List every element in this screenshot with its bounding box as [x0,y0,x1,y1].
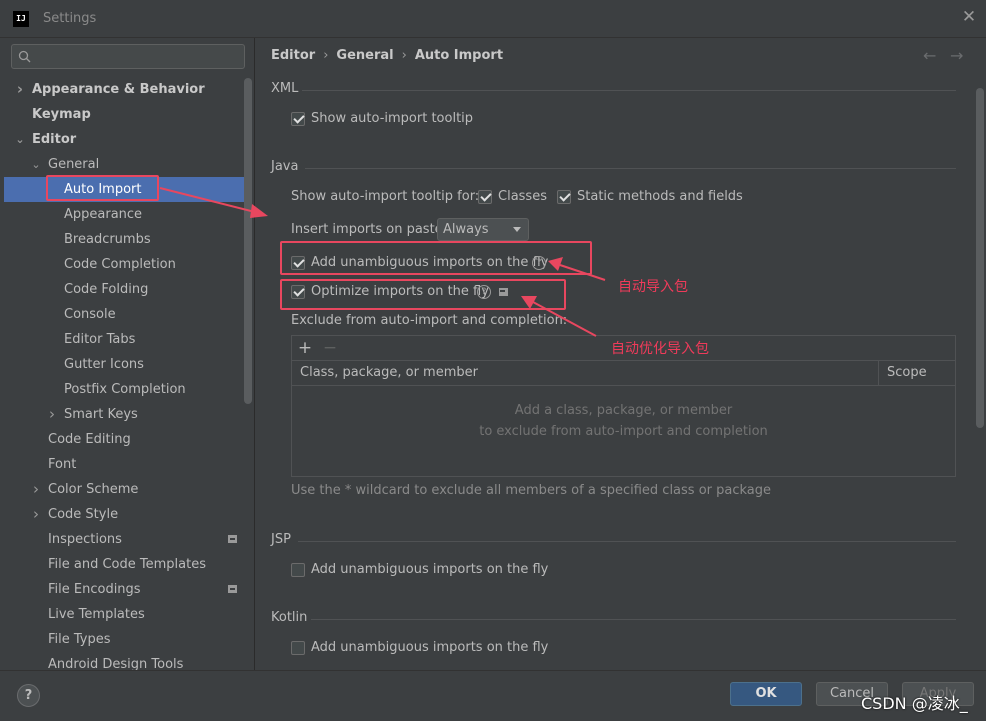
settings-window: IJ Settings ✕ › Appearance & Behavior Keym… [0,0,986,721]
annotation-arrows [159,187,606,337]
annotation-auto-optimize: 自动优化导入包 [611,341,709,357]
annotation-auto-import: 自动导入包 [618,279,688,295]
csdn-watermark: CSDN @凌冰_ [861,694,968,713]
